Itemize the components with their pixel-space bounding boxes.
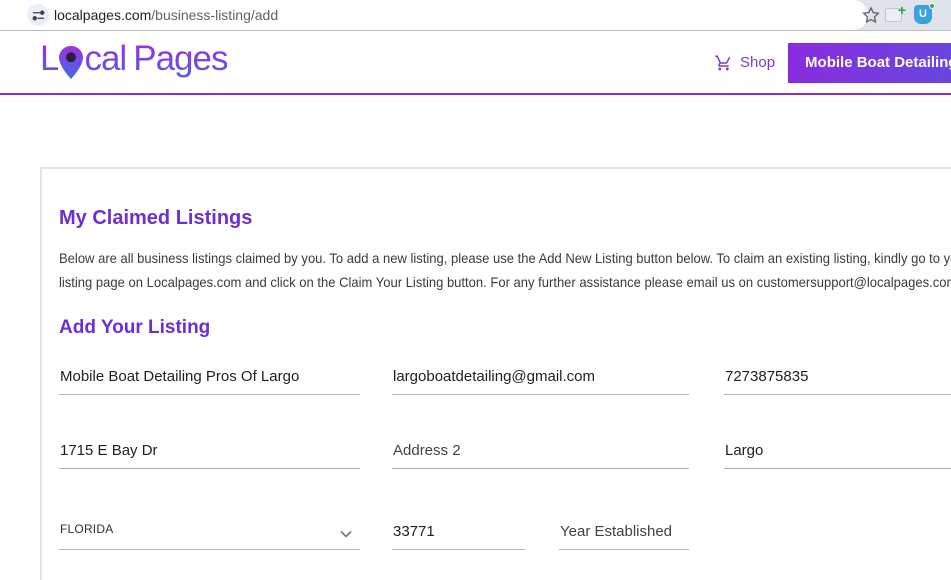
browser-toolbar: localpages.com/business-listing/add + U <box>0 0 951 31</box>
form-row-1 <box>59 368 951 395</box>
shop-link[interactable]: Shop <box>714 54 775 72</box>
site-header: L cal Pages Shop Mobile Boat Detailing P… <box>0 32 951 95</box>
plus-glyph: + <box>897 2 906 18</box>
form-row-3: FLORIDA <box>59 516 951 550</box>
extensions-area: + U <box>868 0 951 30</box>
localpages-logo[interactable]: L cal Pages <box>40 39 228 79</box>
state-selected-value: FLORIDA <box>60 522 114 536</box>
intro-line-2: listing page on Localpages.com and click… <box>59 274 951 290</box>
add-page-extension-icon[interactable]: + <box>885 3 906 22</box>
url-path: /business-listing/add <box>151 7 279 23</box>
claimed-listings-heading: My Claimed Listings <box>59 207 253 229</box>
year-established-input[interactable] <box>559 523 689 550</box>
logo-letter-l: L <box>40 39 59 78</box>
url-text[interactable]: localpages.com/business-listing/add <box>54 0 278 30</box>
intro-line-1: Below are all business listings claimed … <box>59 250 951 266</box>
address2-input[interactable] <box>392 442 689 469</box>
city-input[interactable] <box>724 442 951 469</box>
logo-text-cal: cal <box>84 39 127 78</box>
add-listing-heading: Add Your Listing <box>59 317 211 338</box>
phone-input[interactable] <box>724 368 951 395</box>
form-row-2 <box>59 442 951 469</box>
url-domain: localpages.com <box>54 7 152 23</box>
listings-card: My Claimed Listings Below are all busine… <box>40 167 951 580</box>
shield-extension-icon[interactable]: U <box>914 3 935 25</box>
business-name-input[interactable] <box>59 368 360 395</box>
email-input[interactable] <box>392 368 689 395</box>
shield-status-dot <box>929 3 935 9</box>
business-account-button[interactable]: Mobile Boat Detailing Pros <box>788 42 951 83</box>
zip-input[interactable] <box>392 523 525 550</box>
chevron-down-icon <box>340 530 352 538</box>
location-pin-icon <box>59 45 84 79</box>
shop-label: Shop <box>740 54 776 71</box>
header-actions: Shop Mobile Boat Detailing Pros <box>714 32 951 93</box>
state-select[interactable]: FLORIDA <box>59 516 360 550</box>
cart-icon <box>715 55 731 70</box>
logo-text-pages: Pages <box>133 39 228 78</box>
address1-input[interactable] <box>59 442 360 469</box>
add-listing-form: FLORIDA <box>59 368 951 550</box>
intro-paragraph: Below are all business listings claimed … <box>59 246 951 294</box>
site-settings-icon[interactable] <box>27 4 49 26</box>
